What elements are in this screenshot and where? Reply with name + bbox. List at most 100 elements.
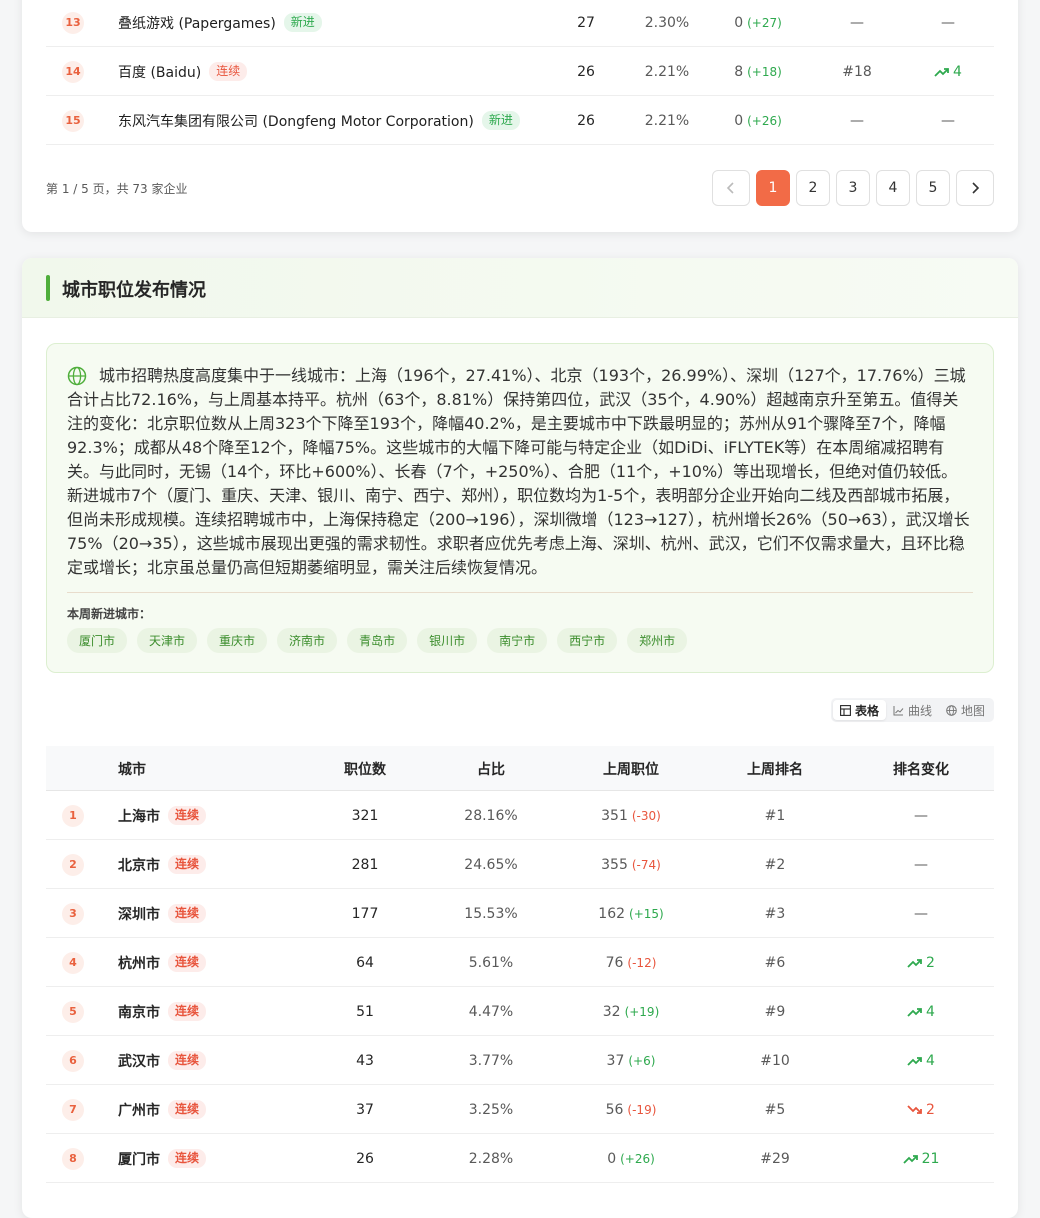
- share-cell: 2.21%: [644, 112, 690, 129]
- page-button[interactable]: 1: [756, 170, 790, 206]
- share-cell: 4.47%: [468, 1003, 514, 1020]
- col-rank-change[interactable]: 排名变化: [876, 746, 966, 791]
- city-chip[interactable]: 郑州市: [627, 628, 688, 653]
- page-button[interactable]: 3: [836, 170, 870, 206]
- city-chip[interactable]: 南宁市: [487, 628, 548, 653]
- section-header: 城市职位发布情况: [22, 258, 1018, 318]
- table-row[interactable]: 15 东风汽车集团有限公司 (Dongfeng Motor Corporation…: [46, 96, 994, 145]
- tab-table[interactable]: 表格: [832, 700, 886, 720]
- city-chip[interactable]: 重庆市: [207, 628, 268, 653]
- last-week-cell: 8 (+18): [708, 47, 808, 96]
- prev-page-button[interactable]: [712, 170, 750, 206]
- chevron-left-icon: [726, 182, 734, 194]
- section-title: 城市职位发布情况: [62, 280, 206, 301]
- table-row[interactable]: 7 广州市 连续 37 3.25% 56 (-19) #5 2: [46, 1085, 994, 1134]
- count-cell: 64: [356, 954, 374, 971]
- rank-change-value: —: [941, 112, 955, 129]
- chevron-right-icon: [972, 182, 980, 194]
- rank-change-value: 4: [926, 1052, 935, 1069]
- name-cell: 武汉市 连续: [118, 1036, 207, 1085]
- count-cell: 37: [356, 1101, 374, 1118]
- rank-cell: 1: [62, 791, 86, 840]
- name-cell: 广州市 连续: [118, 1085, 207, 1134]
- count-cell: 321: [351, 807, 379, 824]
- rank-change-cell: 4: [876, 987, 966, 1036]
- trend-up-icon: [907, 958, 922, 968]
- delta-value: (+26): [747, 113, 782, 128]
- name-cell: 百度 (Baidu) 连续: [118, 47, 248, 96]
- table-row[interactable]: 6 武汉市 连续 43 3.77% 37 (+6) #10 4: [46, 1036, 994, 1085]
- city-chip[interactable]: 银川市: [417, 628, 478, 653]
- rank-change-value: 2: [926, 954, 935, 971]
- section-accent-bar: [46, 275, 50, 301]
- rank-change: 4: [907, 1004, 935, 1020]
- rank-change-cell: 21: [876, 1134, 966, 1183]
- rank-cell: 8: [62, 1134, 86, 1183]
- rank-badge: 8: [62, 1147, 84, 1170]
- tab-line[interactable]: 曲线: [886, 700, 939, 720]
- page-button[interactable]: 4: [876, 170, 910, 206]
- count-cell: 281: [351, 856, 379, 873]
- delta-value: (+19): [624, 1004, 660, 1019]
- delta-value: (+27): [747, 15, 782, 30]
- delta-value: (+26): [620, 1151, 655, 1166]
- count-cell: 177: [351, 905, 379, 922]
- city-name: 杭州市: [118, 955, 160, 972]
- last-rank-cell: #29: [760, 1150, 790, 1167]
- count-cell: 27: [577, 14, 595, 31]
- rank-change-cell: —: [876, 791, 966, 840]
- last-week-value: 162: [598, 905, 626, 922]
- rank-change-value: —: [914, 905, 928, 922]
- rank-change-value: —: [941, 14, 955, 31]
- col-share[interactable]: 占比: [446, 746, 536, 791]
- rank-change-value: —: [914, 856, 928, 873]
- status-badge: 新进: [481, 111, 520, 130]
- table-icon: [840, 704, 851, 716]
- rank-change-cell: —: [876, 889, 966, 938]
- city-table-header: 城市 职位数 占比 上周职位 上周排名 排名变化: [46, 746, 994, 791]
- table-row[interactable]: 8 厦门市 连续 26 2.28% 0 (+26) #29 21: [46, 1134, 994, 1183]
- table-row[interactable]: 14 百度 (Baidu) 连续 26 2.21% 8 (+18) #18 4: [46, 47, 994, 96]
- status-badge: 连续: [168, 855, 207, 874]
- col-city[interactable]: 城市: [118, 746, 146, 791]
- city-chip[interactable]: 青岛市: [347, 628, 408, 653]
- tab-map-label: 地图: [960, 703, 985, 718]
- city-chip[interactable]: 厦门市: [67, 628, 128, 653]
- rank-change: 2: [907, 1102, 935, 1118]
- next-page-button[interactable]: [956, 170, 994, 206]
- city-chip[interactable]: 天津市: [137, 628, 198, 653]
- last-week-value: 355: [601, 856, 628, 873]
- table-row[interactable]: 2 北京市 连续 281 24.65% 355 (-74) #2 —: [46, 840, 994, 889]
- col-last-rank[interactable]: 上周排名: [730, 746, 820, 791]
- last-week-value: 0: [607, 1150, 617, 1167]
- rank-badge: 6: [62, 1049, 84, 1072]
- rank-change: 21: [902, 1151, 939, 1167]
- company-name: 叠纸游戏 (Papergames): [118, 15, 276, 32]
- col-last-week[interactable]: 上周职位: [566, 746, 696, 791]
- last-rank-cell: #5: [764, 1101, 786, 1118]
- last-week-cell: 0 (+26): [566, 1134, 696, 1183]
- table-row[interactable]: 5 南京市 连续 51 4.47% 32 (+19) #9 4: [46, 987, 994, 1036]
- globe-icon: [946, 704, 957, 716]
- table-row[interactable]: 1 上海市 连续 321 28.16% 351 (-30) #1 —: [46, 791, 994, 840]
- page-button[interactable]: 5: [916, 170, 950, 206]
- last-week-value: 37: [606, 1052, 625, 1069]
- col-count[interactable]: 职位数: [320, 746, 410, 791]
- city-name: 上海市: [118, 808, 160, 825]
- rank-cell: 3: [62, 889, 86, 938]
- page-button[interactable]: 2: [796, 170, 830, 206]
- tab-map[interactable]: 地图: [939, 700, 992, 720]
- table-row[interactable]: 3 深圳市 连续 177 15.53% 162 (+15) #3 —: [46, 889, 994, 938]
- share-cell: 3.25%: [468, 1101, 514, 1118]
- insight-text: 城市招聘热度高度集中于一线城市：上海（196个，27.41%）、北京（193个，…: [67, 366, 970, 577]
- table-row[interactable]: 4 杭州市 连续 64 5.61% 76 (-12) #6 2: [46, 938, 994, 987]
- city-chip[interactable]: 济南市: [277, 628, 338, 653]
- last-rank-cell: —: [850, 14, 864, 31]
- city-chip[interactable]: 西宁市: [557, 628, 618, 653]
- table-row[interactable]: 13 叠纸游戏 (Papergames) 新进 27 2.30% 0 (+27) — —: [46, 0, 994, 47]
- status-badge: 连续: [168, 1051, 207, 1070]
- trend-up-icon: [907, 1056, 922, 1066]
- status-badge: 连续: [168, 904, 207, 923]
- name-cell: 南京市 连续: [118, 987, 207, 1036]
- share-cell: 2.28%: [468, 1150, 514, 1167]
